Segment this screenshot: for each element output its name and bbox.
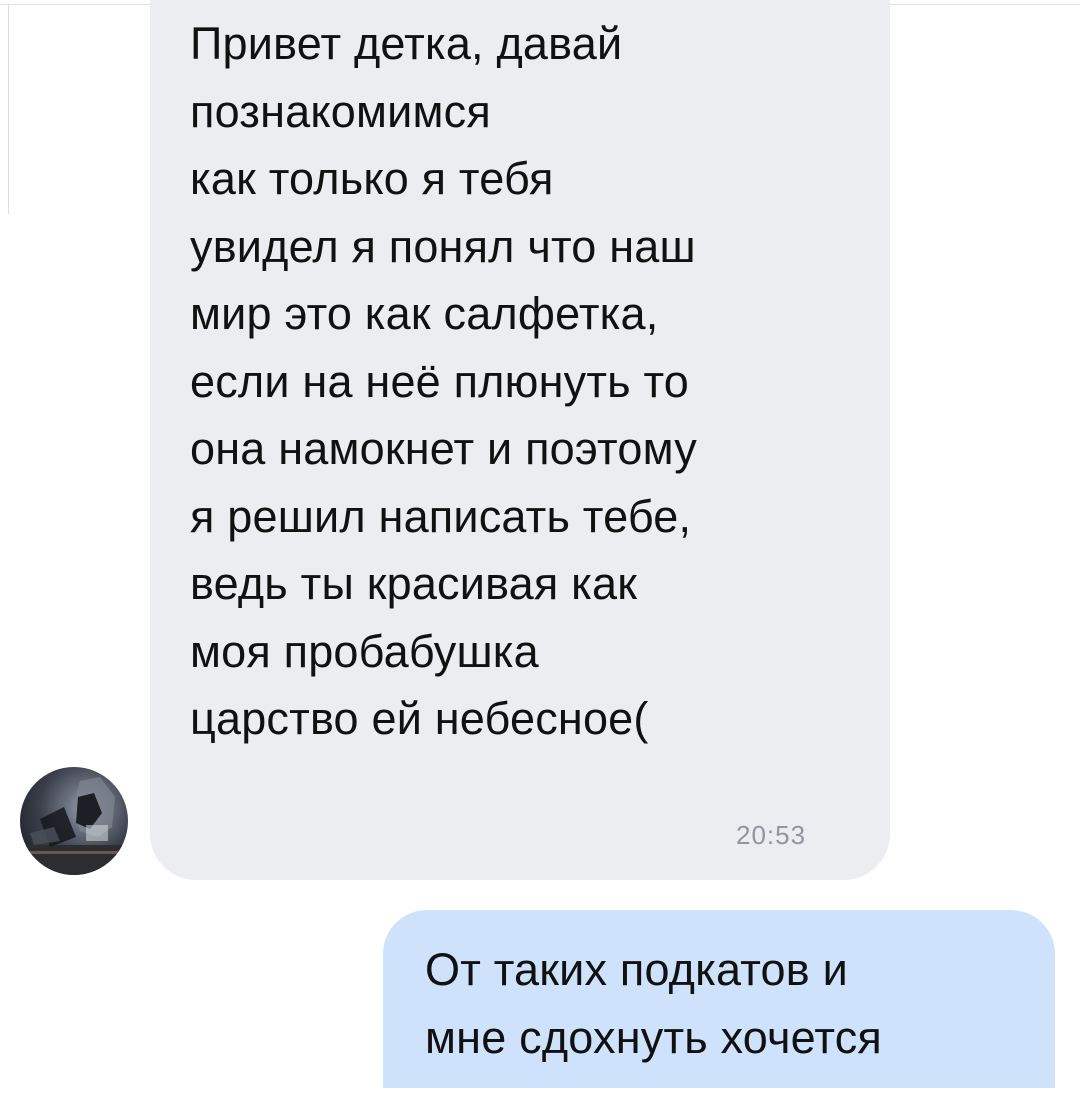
message-line: Привет детка, давай <box>190 18 623 69</box>
avatar-photo-icon <box>20 777 128 875</box>
screenshot-edge-left <box>8 4 9 214</box>
chat-screen: Привет детка, давай познакомимся как тол… <box>0 0 1080 1102</box>
message-line: увидел я понял что наш <box>190 220 696 272</box>
message-line: она намокнет и поэтому <box>190 423 697 474</box>
message-line: От таких подкатов и <box>425 944 848 995</box>
message-line: познакомимся <box>190 85 491 137</box>
message-line: если на неё плюнуть то <box>190 355 690 407</box>
incoming-message-text: Привет детка, давай познакомимся как тол… <box>190 10 870 753</box>
message-line: царство ей небесное( <box>190 693 649 744</box>
message-timestamp: 20:53 <box>736 820 807 850</box>
message-line: как только я тебя <box>190 153 554 204</box>
message-line: мир это как салфетка, <box>190 288 659 339</box>
contact-avatar[interactable] <box>20 767 128 875</box>
message-line: я решил написать тебе, <box>190 490 692 542</box>
screenshot-bottom-edge <box>0 1088 1080 1102</box>
message-line: моя пробабушка <box>190 625 539 677</box>
message-line: ведь ты красивая как <box>190 558 638 609</box>
message-line: мне сдохнуть хочется <box>425 1011 882 1063</box>
outgoing-message-text: От таких подкатов и мне сдохнуть хочется <box>425 936 1045 1071</box>
